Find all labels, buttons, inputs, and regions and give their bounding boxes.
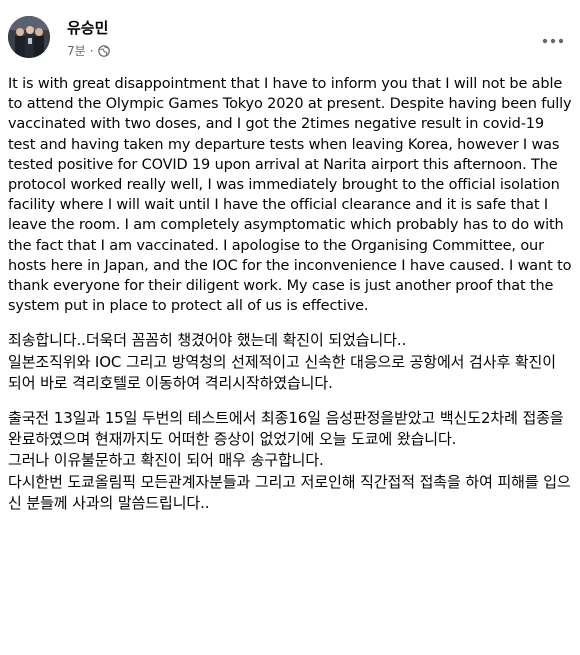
korean-line: 다시한번 도쿄올림픽 모든관계자분들과 그리고 저로인해 직간접적 접촉을 하여…: [8, 472, 571, 512]
facebook-post: 유승민 7분 · It is with great disappointment…: [0, 0, 580, 655]
avatar-photo-icon: [8, 16, 50, 58]
post-content: It is with great disappointment that I h…: [8, 74, 574, 514]
meta-separator: ·: [89, 43, 94, 58]
korean-line: 출국전 13일과 15일 두번의 테스트에서 최종16일 음성판정을받았고 백신…: [8, 409, 564, 449]
english-message: It is with great disappointment that I h…: [8, 74, 574, 316]
korean-line: 일본조직위와 IOC 그리고 방역청의 선제적이고 신속한 대응으로 공항에서 …: [8, 352, 556, 392]
korean-line: 죄송합니다..더욱더 꼼꼼히 챙겼어야 했는데 확진이 되었습니다..: [8, 331, 407, 350]
author-name[interactable]: 유승민: [67, 17, 108, 38]
avatar[interactable]: [8, 16, 50, 58]
more-icon[interactable]: [542, 36, 564, 46]
korean-message: 죄송합니다..더욱더 꼼꼼히 챙겼어야 했는데 확진이 되었습니다.. 일본조직…: [8, 330, 574, 514]
globe-icon[interactable]: [97, 44, 110, 57]
post-time[interactable]: 7분: [67, 42, 86, 59]
post-meta: 7분 ·: [67, 42, 110, 59]
korean-line: 그러나 이유불문하고 확진이 되어 매우 송구합니다.: [8, 451, 324, 470]
english-paragraph: It is with great disappointment that I h…: [8, 76, 572, 315]
post-header: 유승민 7분 ·: [8, 16, 572, 60]
